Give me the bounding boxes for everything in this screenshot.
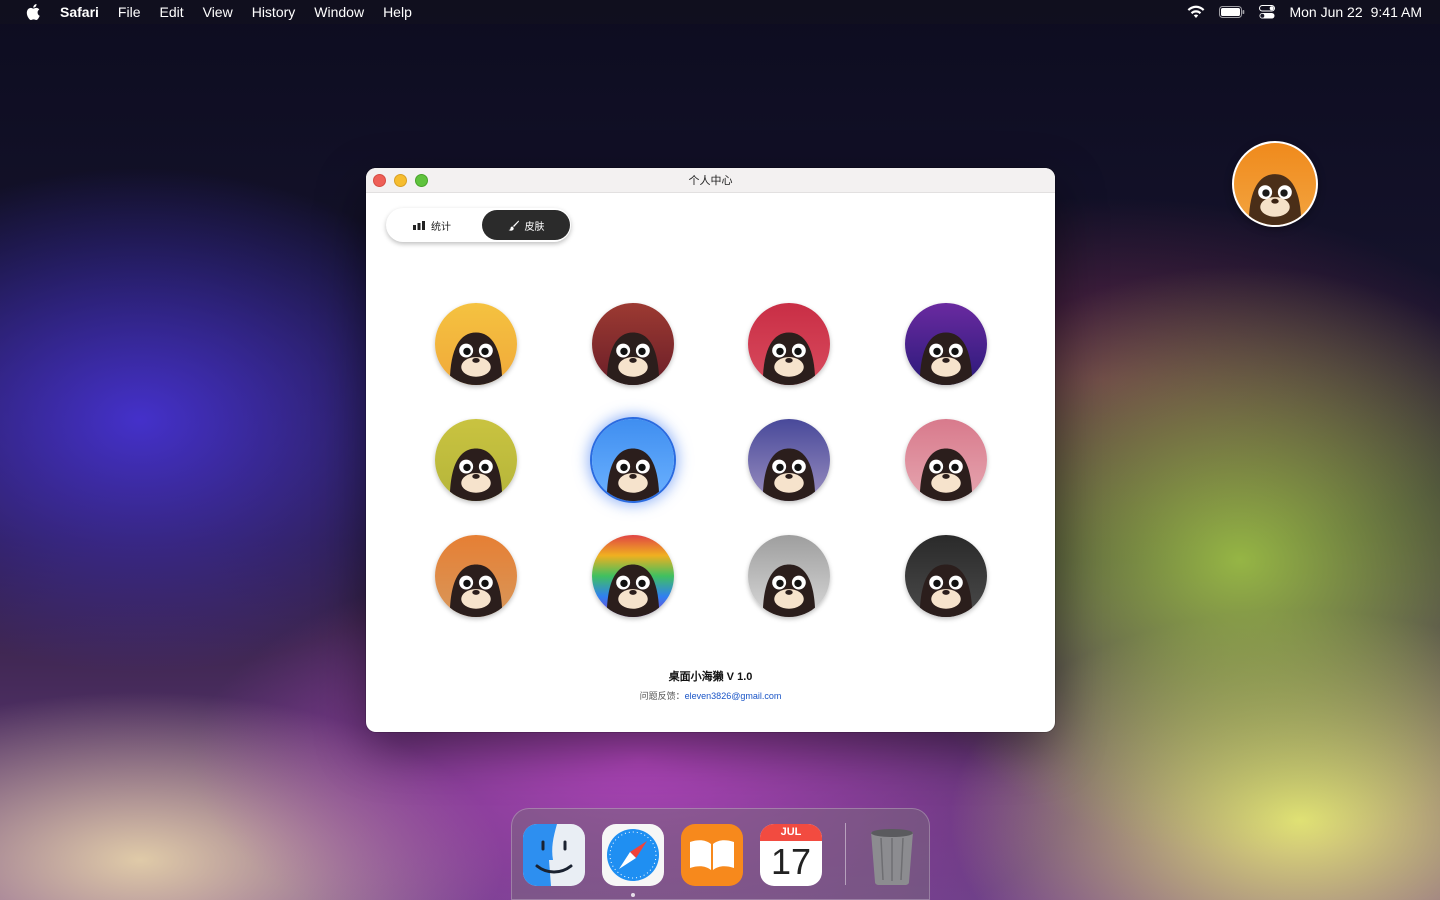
app-version: 桌面小海獭 V 1.0 [668,671,753,683]
skin-option-crimson[interactable] [748,303,830,385]
menu-view[interactable]: View [203,0,233,24]
skin-grid [435,303,987,617]
menu-file[interactable]: File [118,0,141,24]
skin-option-rainbow[interactable] [591,535,674,617]
feedback-label: 问题反馈： [639,691,685,701]
otter-icon [591,535,674,617]
skin-option-maroon[interactable] [591,303,674,385]
skin-option-gray[interactable] [748,535,830,617]
menu-window[interactable]: Window [314,0,364,24]
skin-option-black[interactable] [904,535,987,617]
battery-icon[interactable] [1219,6,1245,18]
window-footer: 桌面小海獭 V 1.0 问题反馈：eleven3826@gmail.com [366,668,1055,702]
dock-books[interactable] [681,824,743,886]
tab-stats[interactable]: 统计 [388,210,476,240]
status-area: Mon Jun 22 9:41 AM [1187,0,1422,24]
otter-icon [904,535,987,617]
dock-divider [845,823,846,885]
running-indicator [631,893,635,897]
dock-trash[interactable] [861,824,923,886]
menu-bar: Safari File Edit View History Window Hel… [0,0,1440,24]
personal-center-window: 个人中心 统计 皮肤 桌面小海獭 V 1.0 问题反馈：eleven3826@g… [366,168,1055,732]
dock-calendar[interactable]: JUL 17 [760,824,822,886]
menu-history[interactable]: History [252,0,296,24]
wifi-icon[interactable] [1187,5,1205,19]
calendar-day: 17 [770,841,812,882]
otter-icon [435,535,517,617]
traffic-lights [373,174,428,187]
feedback-line: 问题反馈：eleven3826@gmail.com [366,689,1055,702]
dock-finder[interactable] [523,824,585,886]
otter-icon [748,535,830,617]
menu-app-name[interactable]: Safari [60,0,99,24]
otter-icon [591,419,674,501]
menubar-date[interactable]: Mon Jun 22 [1289,4,1362,20]
menu-help[interactable]: Help [383,0,412,24]
otter-icon [748,419,830,501]
tab-skins[interactable]: 皮肤 [482,210,570,240]
skin-option-yellow[interactable] [435,303,517,385]
trash-icon [871,829,913,885]
safari-compass-icon [602,824,664,886]
otter-icon [591,303,674,385]
skin-option-indigo[interactable] [904,303,987,385]
tab-switcher: 统计 皮肤 [386,208,571,242]
feedback-email-link[interactable]: eleven3826@gmail.com [685,691,782,701]
otter-icon [904,303,987,385]
paintbrush-icon [508,220,519,231]
minimize-button[interactable] [394,174,407,187]
otter-icon [904,419,987,501]
control-center-icon[interactable] [1259,5,1276,19]
tab-stats-label: 统计 [431,221,451,233]
tab-skins-label: 皮肤 [524,221,545,233]
dock-safari[interactable] [602,824,664,886]
close-button[interactable] [373,174,386,187]
finder-icon [523,824,585,886]
apple-menu-icon[interactable] [26,4,42,20]
skin-option-orange[interactable] [435,535,517,617]
otter-icon [435,303,517,385]
menubar-time[interactable]: 9:41 AM [1371,4,1422,20]
skin-option-blue[interactable] [591,419,674,501]
bar-chart-icon [413,220,425,230]
skin-option-rose[interactable] [904,419,987,501]
window-titlebar[interactable]: 个人中心 [366,168,1055,193]
otter-icon [435,419,517,501]
skin-option-olive[interactable] [435,419,517,501]
otter-icon [748,303,830,385]
otter-icon [1248,174,1302,225]
window-title: 个人中心 [688,175,733,187]
zoom-button[interactable] [415,174,428,187]
menu-edit[interactable]: Edit [159,0,183,24]
dock: JUL 17 [511,808,930,900]
desktop-pet-otter[interactable] [1232,141,1318,227]
book-icon [681,824,743,886]
skin-option-navy[interactable] [748,419,830,501]
